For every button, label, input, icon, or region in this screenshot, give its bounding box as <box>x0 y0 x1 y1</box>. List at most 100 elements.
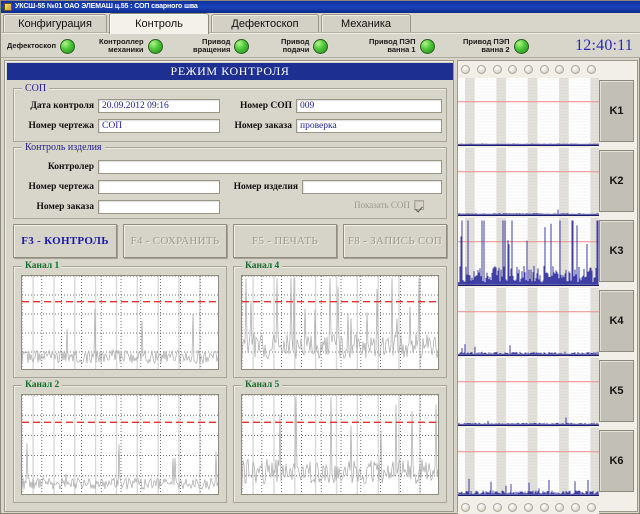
tab-1[interactable]: Конфигурация <box>3 14 107 33</box>
marker-dot-icon <box>477 503 486 512</box>
status-led-icon <box>420 39 435 54</box>
marker-dot-icon <box>540 503 549 512</box>
k-band-3[interactable] <box>458 218 599 286</box>
application-window: УКСШ-55 №01 ОАО ЭЛЕМАШ ц.55 : СОП сварно… <box>0 0 640 514</box>
k-band-6[interactable] <box>458 428 599 496</box>
k-band-2[interactable] <box>458 148 599 216</box>
status-indicator-2: Контроллер механики <box>99 33 163 59</box>
k-button-5[interactable]: K5 <box>599 360 634 422</box>
function-button-label: F5 - ПЕЧАТЬ <box>252 235 318 247</box>
channel-panel-4: Канал 5 <box>233 385 447 503</box>
status-led-icon <box>313 39 328 54</box>
show-sop-checkbox-row[interactable]: Показать СОП <box>354 200 424 210</box>
marker-dot-icon <box>524 503 533 512</box>
marker-dot-icon <box>508 65 517 74</box>
tab-2[interactable]: Контроль <box>109 13 209 34</box>
k-button-2[interactable]: K2 <box>599 150 634 212</box>
tab-label: Конфигурация <box>18 18 92 30</box>
function-button-3: F5 - ПЕЧАТЬ <box>233 224 337 258</box>
k-band-5[interactable] <box>458 358 599 426</box>
channel-plot[interactable] <box>21 275 219 370</box>
channel-panel-2: Канал 4 <box>233 266 447 378</box>
status-indicator-label: Дефектоскоп <box>7 42 56 51</box>
marker-dot-icon <box>477 65 486 74</box>
status-indicator-label: Привод ПЭП ванна 1 <box>369 38 416 55</box>
sop-order-label: Номер заказа <box>226 121 292 131</box>
marker-dot-icon <box>540 65 549 74</box>
channel-panel-title: Канал 4 <box>242 261 282 271</box>
k-button-1[interactable]: K1 <box>599 80 634 142</box>
k-button-4[interactable]: K4 <box>599 290 634 352</box>
sop-date-input[interactable]: 20.09.2012 09:16 <box>98 99 220 113</box>
marker-dot-icon <box>571 503 580 512</box>
marker-dot-icon <box>461 65 470 74</box>
channel-panel-3: Канал 2 <box>13 385 227 503</box>
control-panel: РЕЖИМ КОНТРОЛЯ СОП Дата контроля 20.09.2… <box>4 60 454 512</box>
marker-dot-icon <box>493 503 502 512</box>
tab-3[interactable]: Дефектоскоп <box>211 14 319 33</box>
sop-group-title: СОП <box>22 83 49 94</box>
k-button-label: K2 <box>609 175 623 187</box>
sop-drawing-label: Номер чертежа <box>18 121 94 131</box>
status-indicator-label: Привод подачи <box>281 38 309 55</box>
k-channel-panel: K1 K2 K3 K4 K5 K6 <box>457 60 638 512</box>
channel-plot[interactable] <box>241 394 439 495</box>
function-button-1[interactable]: F3 - КОНТРОЛЬ <box>13 224 117 258</box>
status-indicator-4: Привод подачи <box>281 33 328 59</box>
sop-group: СОП Дата контроля 20.09.2012 09:16 Номер… <box>13 88 447 142</box>
function-button-label: F3 - КОНТРОЛЬ <box>21 235 109 247</box>
channel-panel-1: Канал 1 <box>13 266 227 378</box>
status-led-icon <box>234 39 249 54</box>
tab-label: Механика <box>341 18 391 30</box>
status-led-icon <box>514 39 529 54</box>
marker-dot-icon <box>571 65 580 74</box>
marker-dot-icon <box>587 65 596 74</box>
product-order-input[interactable] <box>98 200 220 214</box>
channel-plot[interactable] <box>21 394 219 495</box>
marker-dot-row-bottom <box>458 500 599 514</box>
status-led-icon <box>60 39 75 54</box>
product-group: Контроль изделия Контролер Номер чертежа… <box>13 147 447 219</box>
sop-date-label: Дата контроля <box>18 101 94 111</box>
k-button-3[interactable]: K3 <box>599 220 634 282</box>
sop-number-label: Номер СОП <box>226 101 292 111</box>
product-order-label: Номер заказа <box>18 202 94 212</box>
function-button-2: F4 - СОХРАНИТЬ <box>123 224 227 258</box>
k-band-1[interactable] <box>458 78 599 146</box>
function-button-4: F8 - ЗАПИСЬ СОП <box>343 224 447 258</box>
tab-4[interactable]: Механика <box>321 14 411 33</box>
product-number-label: Номер изделия <box>226 182 298 192</box>
status-indicator-1: Дефектоскоп <box>7 33 75 59</box>
k-band-4[interactable] <box>458 288 599 356</box>
clock: 12:40:11 <box>575 33 633 59</box>
product-group-title: Контроль изделия <box>22 142 105 153</box>
k-button-label: K4 <box>609 315 623 327</box>
channel-panel-title: Канал 2 <box>22 380 62 390</box>
sop-drawing-input[interactable]: СОП <box>98 119 220 133</box>
product-number-input[interactable] <box>302 180 442 194</box>
k-button-label: K5 <box>609 385 623 397</box>
k-button-label: K3 <box>609 245 623 257</box>
inspector-label: Контролер <box>18 162 94 172</box>
sop-number-input[interactable]: 009 <box>296 99 442 113</box>
window-title: УКСШ-55 №01 ОАО ЭЛЕМАШ ц.55 : СОП сварно… <box>15 1 198 13</box>
marker-dot-icon <box>493 65 502 74</box>
marker-dot-icon <box>587 503 596 512</box>
channel-plot[interactable] <box>241 275 439 370</box>
product-drawing-label: Номер чертежа <box>18 182 94 192</box>
channel-panel-title: Канал 5 <box>242 380 282 390</box>
k-button-6[interactable]: K6 <box>599 430 634 492</box>
channel-panel-title: Канал 1 <box>22 261 62 271</box>
product-drawing-input[interactable] <box>98 180 220 194</box>
show-sop-checkbox[interactable] <box>414 200 424 210</box>
status-indicator-label: Привод ПЭП ванна 2 <box>463 38 510 55</box>
title-bar: УКСШ-55 №01 ОАО ЭЛЕМАШ ц.55 : СОП сварно… <box>1 1 640 13</box>
status-indicator-label: Контроллер механики <box>99 38 144 55</box>
inspector-input[interactable] <box>98 160 442 174</box>
sop-order-input[interactable]: проверка <box>296 119 442 133</box>
marker-dot-icon <box>461 503 470 512</box>
marker-dot-icon <box>555 65 564 74</box>
marker-dot-row-top <box>458 62 599 77</box>
k-button-label: K6 <box>609 455 623 467</box>
tab-label: Дефектоскоп <box>231 18 298 30</box>
